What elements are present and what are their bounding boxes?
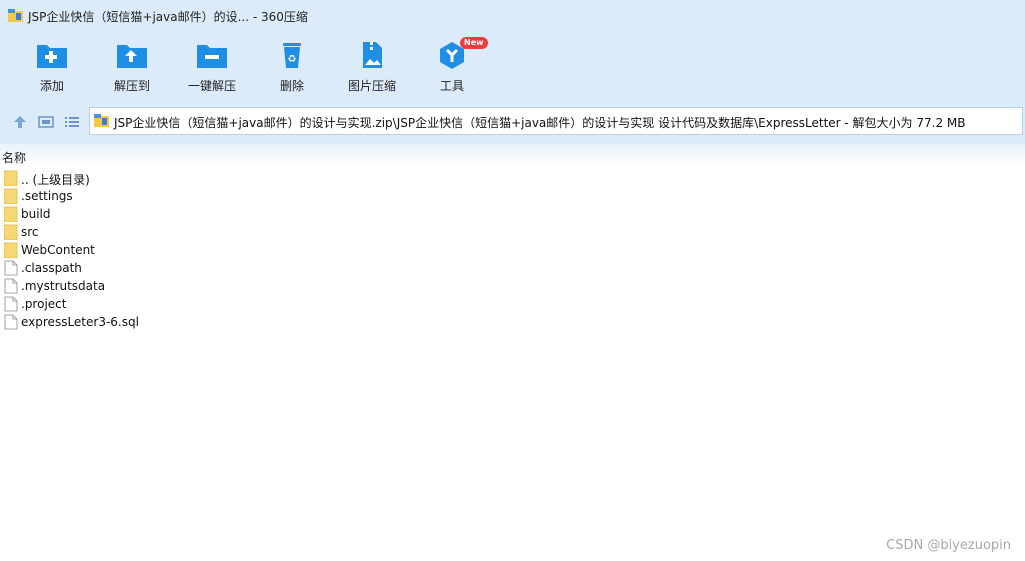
list-item[interactable]: .settings — [4, 187, 404, 205]
list-item[interactable]: .mystrutsdata — [4, 277, 404, 295]
one-click-extract-icon — [197, 45, 227, 68]
add-folder-icon — [37, 45, 67, 68]
thumbnail-view-icon[interactable] — [37, 113, 55, 131]
add-button[interactable]: 添加 — [17, 38, 87, 96]
list-item[interactable]: expressLeter3-6.sql — [4, 313, 404, 331]
new-badge: New — [460, 37, 488, 49]
list-item[interactable]: src — [4, 223, 404, 241]
column-name-label: 名称 — [2, 151, 27, 165]
extract-to-label: 解压到 — [113, 79, 150, 93]
folder-icon — [4, 224, 18, 240]
file-icon — [4, 260, 18, 276]
watermark: CSDN @biyezuopin — [886, 538, 1011, 553]
item-name: .project — [21, 297, 67, 311]
image-compress-label: 图片压缩 — [347, 79, 396, 93]
list-view-icon[interactable] — [63, 113, 81, 131]
add-label: 添加 — [39, 79, 64, 93]
toolbar: 添加 解压到 一键解压 ♻ 删除 图片压缩 New 工具 — [0, 32, 1025, 100]
tools-button[interactable]: New 工具 — [417, 37, 488, 96]
svg-text:♻: ♻ — [288, 54, 297, 65]
list-item[interactable]: .project — [4, 295, 404, 313]
item-name: WebContent — [21, 243, 95, 257]
column-header[interactable]: 名称 — [0, 144, 1025, 168]
file-icon — [4, 278, 18, 294]
list-item[interactable]: build — [4, 205, 404, 223]
list-item[interactable]: .. (上级目录) — [4, 169, 404, 187]
item-name: .mystrutsdata — [21, 279, 106, 293]
window-title: JSP企业快信（短信猫+java邮件）的设... - 360压缩 — [28, 10, 308, 24]
image-compress-button[interactable]: 图片压缩 — [337, 38, 407, 96]
one-click-extract-button[interactable]: 一键解压 — [177, 38, 247, 96]
app-logo-icon — [8, 9, 23, 22]
list-item[interactable]: WebContent — [4, 241, 404, 259]
item-name: src — [21, 225, 39, 239]
item-name: .settings — [21, 189, 73, 203]
archive-icon — [94, 114, 109, 127]
item-name: .classpath — [21, 261, 82, 275]
file-icon — [4, 296, 18, 312]
up-arrow-icon[interactable] — [11, 113, 29, 131]
folder-icon — [4, 242, 18, 258]
item-name: build — [21, 207, 51, 221]
delete-button[interactable]: ♻ 删除 — [257, 38, 327, 96]
file-icon — [4, 314, 18, 330]
title-bar: JSP企业快信（短信猫+java邮件）的设... - 360压缩 — [0, 0, 1025, 32]
address-path: JSP企业快信（短信猫+java邮件）的设计与实现.zip\JSP企业快信（短信… — [114, 116, 966, 130]
recycle-bin-icon: ♻ — [283, 43, 301, 68]
extract-to-button[interactable]: 解压到 — [97, 38, 167, 96]
folder-icon — [4, 188, 18, 204]
item-name: .. (上级目录) — [21, 173, 90, 187]
image-compress-icon — [363, 42, 382, 68]
delete-label: 删除 — [279, 79, 304, 93]
item-name: expressLeter3-6.sql — [21, 315, 139, 329]
list-item[interactable]: .classpath — [4, 259, 404, 277]
extract-to-icon — [117, 45, 147, 68]
tools-label: 工具 — [439, 79, 464, 93]
folder-icon — [4, 206, 18, 222]
folder-icon — [4, 170, 18, 186]
one-click-extract-label: 一键解压 — [187, 79, 236, 93]
address-bar[interactable]: JSP企业快信（短信猫+java邮件）的设计与实现.zip\JSP企业快信（短信… — [89, 107, 1023, 135]
